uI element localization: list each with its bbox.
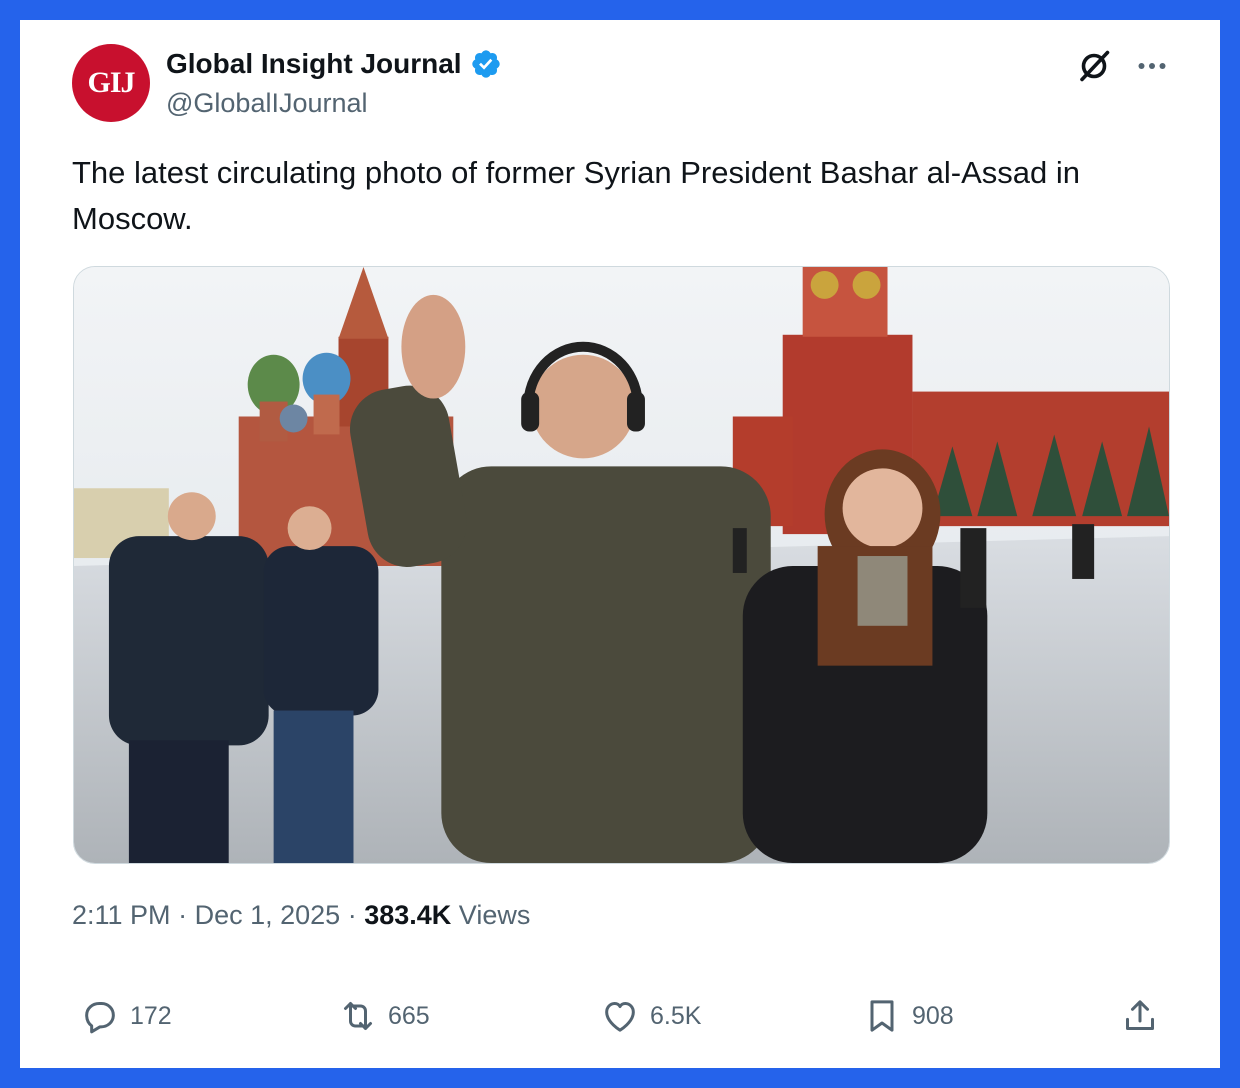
avatar[interactable]: GIJ xyxy=(72,44,150,122)
post-text: The latest circulating photo of former S… xyxy=(72,155,1080,236)
views-label: Views xyxy=(458,900,531,930)
repost-button[interactable]: 665 xyxy=(338,996,430,1036)
verified-badge-icon xyxy=(471,50,500,78)
post-photo[interactable] xyxy=(73,266,1170,864)
reply-icon xyxy=(85,1002,115,1034)
grok-icon[interactable] xyxy=(1076,48,1112,84)
bookmark-icon xyxy=(870,1000,894,1032)
meta-separator: · xyxy=(347,900,365,930)
top-actions xyxy=(1076,48,1170,84)
reply-button[interactable]: 172 xyxy=(80,996,172,1036)
more-icon[interactable] xyxy=(1134,48,1170,84)
post-time[interactable]: 2:11 PM xyxy=(72,900,171,930)
avatar-logo-text: GIJ xyxy=(87,66,135,99)
like-count: 6.5K xyxy=(650,1001,702,1030)
photo-illustration xyxy=(74,267,1169,863)
meta-separator: · xyxy=(178,900,195,930)
reply-count: 172 xyxy=(130,1001,172,1030)
like-button[interactable]: 6.5K xyxy=(600,996,701,1036)
author-name-row: Global Insight Journal xyxy=(166,48,502,80)
views-count: 383.4K xyxy=(364,900,452,930)
bookmark-count: 908 xyxy=(912,1001,954,1030)
post-meta: 2:11 PM · Dec 1, 2025 · 383.4K Views xyxy=(72,900,530,931)
display-name[interactable]: Global Insight Journal xyxy=(166,48,462,80)
repost-count: 665 xyxy=(388,1001,430,1030)
account-handle[interactable]: @GlobalIJournal xyxy=(166,88,368,119)
share-button[interactable] xyxy=(1120,996,1160,1036)
engagement-bar: 172 665 6.5K 908 xyxy=(80,996,1170,1044)
post-card: GIJ Global Insight Journal @GlobalIJourn… xyxy=(20,20,1220,1068)
bookmark-button[interactable]: 908 xyxy=(862,996,954,1036)
repost-icon xyxy=(344,1002,372,1030)
post-date[interactable]: Dec 1, 2025 xyxy=(195,900,341,930)
share-icon xyxy=(1126,1000,1154,1030)
heart-icon xyxy=(605,1002,635,1032)
